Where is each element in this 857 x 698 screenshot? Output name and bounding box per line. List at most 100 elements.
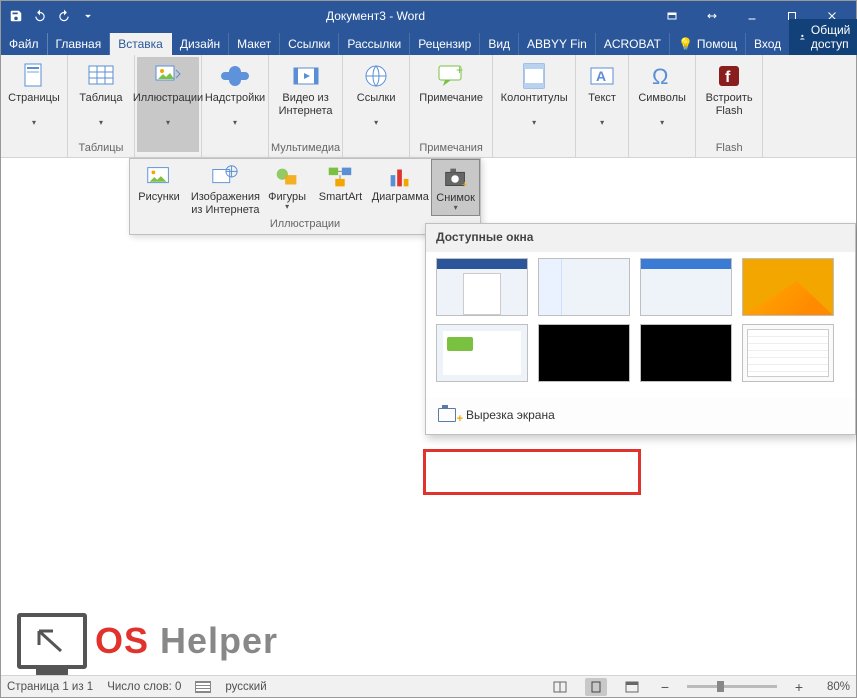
screenshot-button[interactable]: + Снимок ▾ <box>431 159 480 216</box>
monitor-icon <box>17 613 87 669</box>
addins-button[interactable]: Надстройки ▾ <box>204 57 266 152</box>
comment-button[interactable]: + Примечание <box>412 57 490 140</box>
addins-icon <box>219 60 251 92</box>
word-count[interactable]: Число слов: 0 <box>107 681 181 693</box>
undo-button[interactable] <box>29 5 51 27</box>
pages-button[interactable]: Страницы ▾ <box>3 57 65 152</box>
smartart-button[interactable]: SmartArt <box>311 159 369 216</box>
group-caption <box>3 152 65 157</box>
links-button[interactable]: Ссылки ▾ <box>345 57 407 152</box>
chart-button[interactable]: Диаграмма <box>369 159 431 216</box>
tab-mailings[interactable]: Рассылки <box>339 33 410 55</box>
tab-references[interactable]: Ссылки <box>280 33 339 55</box>
page-indicator[interactable]: Страница 1 из 1 <box>7 681 93 693</box>
share-label: Общий доступ <box>811 23 856 51</box>
text-button[interactable]: A Текст ▾ <box>578 57 626 152</box>
zoom-out-button[interactable]: − <box>657 679 673 695</box>
link-icon <box>360 60 392 92</box>
view-print-button[interactable] <box>585 678 607 696</box>
window-thumb-3[interactable] <box>640 258 732 316</box>
ribbon-display-options[interactable] <box>652 1 692 30</box>
zoom-level[interactable]: 80% <box>827 681 850 693</box>
tab-file[interactable]: Файл <box>1 33 48 55</box>
svg-text:f: f <box>725 69 731 86</box>
window-thumb-5[interactable] <box>436 324 528 382</box>
table-icon <box>85 60 117 92</box>
tab-insert[interactable]: Вставка <box>110 33 172 55</box>
ribbon: Страницы ▾ Таблица ▾ Таблицы Иллюстрации… <box>1 55 856 158</box>
tab-review[interactable]: Рецензир <box>410 33 480 55</box>
pictures-button[interactable]: Рисунки <box>130 159 188 216</box>
shapes-button[interactable]: Фигуры ▾ <box>263 159 312 216</box>
ribbon-options-icon <box>666 10 678 22</box>
window-title: Документ3 - Word <box>99 9 652 23</box>
save-button[interactable] <box>5 5 27 27</box>
symbols-label: Символы <box>638 92 686 120</box>
group-caption <box>204 152 266 157</box>
group-caption: Примечания <box>412 140 490 157</box>
view-read-button[interactable] <box>549 678 571 696</box>
window-thumb-2[interactable] <box>538 258 630 316</box>
table-button[interactable]: Таблица ▾ <box>70 57 132 140</box>
tell-me[interactable]: 💡Помощ <box>670 33 746 55</box>
titlebar: Документ3 - Word <box>1 1 856 30</box>
sign-in-button[interactable]: Вход <box>746 33 789 55</box>
flash-icon: f <box>713 60 745 92</box>
group-pages: Страницы ▾ <box>1 55 68 157</box>
tab-home[interactable]: Главная <box>48 33 111 55</box>
share-button[interactable]: Общий доступ <box>789 19 857 55</box>
illustrations-button[interactable]: Иллюстрации ▾ <box>137 57 199 152</box>
view-web-button[interactable] <box>621 678 643 696</box>
statusbar: Страница 1 из 1 Число слов: 0 русский − … <box>1 675 856 697</box>
chart-label: Диаграмма <box>372 191 429 204</box>
tab-abbyy[interactable]: ABBYY Fin <box>519 33 596 55</box>
online-video-button[interactable]: Видео из Интернета <box>275 57 337 140</box>
flash-button[interactable]: f Встроить Flash <box>698 57 760 140</box>
lightbulb-icon: 💡 <box>678 37 693 51</box>
illustrations-label: Иллюстрации <box>133 92 203 120</box>
svg-text:+: + <box>456 63 463 77</box>
chevron-down-icon: ▾ <box>660 118 664 127</box>
minimize-icon <box>746 10 758 22</box>
window-thumb-1[interactable] <box>436 258 528 316</box>
online-pictures-button[interactable]: Изображения из Интернета <box>188 159 263 216</box>
comment-label: Примечание <box>419 92 483 120</box>
svg-text:A: A <box>596 68 606 84</box>
camera-plus-icon <box>438 408 456 422</box>
logo-helper: Helper <box>149 620 278 661</box>
tab-view[interactable]: Вид <box>480 33 519 55</box>
group-caption <box>631 152 693 157</box>
tab-layout[interactable]: Макет <box>229 33 280 55</box>
links-label: Ссылки <box>357 92 396 120</box>
redo-button[interactable] <box>53 5 75 27</box>
window-thumb-8[interactable] <box>742 324 834 382</box>
group-headerfooter: Колонтитулы ▾ <box>493 55 576 157</box>
chevron-down-icon: ▾ <box>374 118 378 127</box>
undo-icon <box>33 9 47 23</box>
zoom-in-button[interactable]: + <box>791 679 807 695</box>
headerfooter-label: Колонтитулы <box>501 92 568 120</box>
language-indicator[interactable]: русский <box>225 681 266 693</box>
tab-design[interactable]: Дизайн <box>172 33 229 55</box>
fullscreen-button[interactable] <box>692 1 732 30</box>
pictures-icon <box>152 60 184 92</box>
screen-clipping-button[interactable]: Вырезка экрана <box>426 398 855 434</box>
symbols-button[interactable]: Ω Символы ▾ <box>631 57 693 152</box>
screenshot-panel: Доступные окна Вырезка экрана <box>425 223 856 435</box>
proofing-icon[interactable] <box>195 681 211 693</box>
headerfooter-button[interactable]: Колонтитулы ▾ <box>495 57 573 152</box>
window-thumb-7[interactable] <box>640 324 732 382</box>
group-comments: + Примечание Примечания <box>410 55 493 157</box>
person-icon <box>799 31 806 43</box>
zoom-slider[interactable] <box>687 685 777 688</box>
group-caption <box>345 152 407 157</box>
pages-label: Страницы <box>8 92 60 120</box>
online-pictures-icon <box>210 163 240 191</box>
qat-dropdown[interactable] <box>77 5 99 27</box>
oshelper-logo: OS Helper <box>17 613 278 669</box>
window-thumb-6[interactable] <box>538 324 630 382</box>
tab-acrobat[interactable]: ACROBAT <box>596 33 670 55</box>
minimize-button[interactable] <box>732 1 772 30</box>
chevron-down-icon: ▾ <box>233 118 237 127</box>
window-thumb-4[interactable] <box>742 258 834 316</box>
